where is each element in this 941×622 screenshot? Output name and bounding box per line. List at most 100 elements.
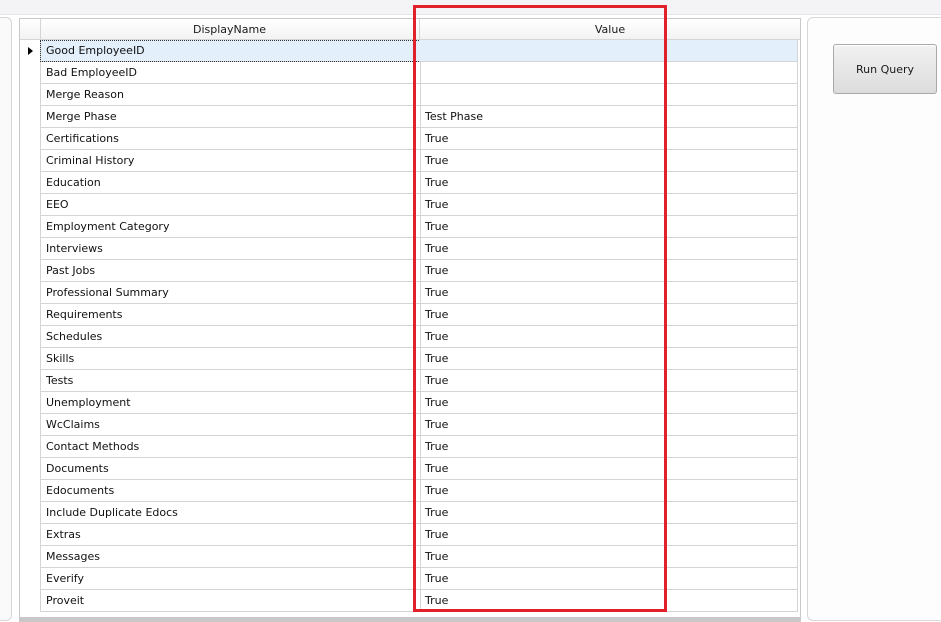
cell-displayname[interactable]: Contact Methods [40,436,421,458]
column-header-value[interactable]: Value [420,19,800,39]
cell-value[interactable]: True [420,128,798,150]
table-row[interactable]: Proveit True [20,590,800,612]
cell-value[interactable]: True [420,590,798,612]
row-header[interactable] [20,590,40,612]
table-row[interactable]: Certifications True [20,128,800,150]
cell-value[interactable]: True [420,502,798,524]
table-row[interactable]: Requirements True [20,304,800,326]
cell-displayname[interactable]: Skills [40,348,421,370]
cell-value[interactable]: True [420,216,798,238]
table-row[interactable]: EEO True [20,194,800,216]
row-header[interactable] [20,194,40,216]
cell-value[interactable]: Test Phase [420,106,798,128]
row-header[interactable] [20,128,40,150]
cell-displayname[interactable]: Unemployment [40,392,421,414]
table-row[interactable]: Professional Summary True [20,282,800,304]
table-row[interactable]: Past Jobs True [20,260,800,282]
row-header[interactable] [20,62,40,84]
row-header[interactable] [20,568,40,590]
row-header[interactable] [20,106,40,128]
row-header[interactable] [20,260,40,282]
table-row[interactable]: Employment Category True [20,216,800,238]
cell-displayname[interactable]: Requirements [40,304,421,326]
table-row[interactable]: Everify True [20,568,800,590]
cell-value[interactable]: True [420,260,798,282]
row-header[interactable] [20,414,40,436]
row-header[interactable] [20,150,40,172]
cell-value[interactable]: True [420,194,798,216]
cell-displayname[interactable]: Education [40,172,421,194]
cell-displayname[interactable]: Merge Reason [40,84,421,106]
cell-displayname[interactable]: Tests [40,370,421,392]
row-header[interactable] [20,326,40,348]
table-row[interactable]: WcClaims True [20,414,800,436]
row-header[interactable] [20,238,40,260]
column-header-displayname[interactable]: DisplayName [40,19,420,39]
cell-displayname[interactable]: Interviews [40,238,421,260]
cell-value[interactable] [420,62,798,84]
cell-displayname[interactable]: Extras [40,524,421,546]
run-query-button[interactable]: Run Query [833,44,937,94]
row-header[interactable] [20,370,40,392]
row-header[interactable] [20,546,40,568]
cell-displayname[interactable]: Criminal History [40,150,421,172]
table-row[interactable]: Messages True [20,546,800,568]
table-row[interactable]: Merge Reason [20,84,800,106]
row-header[interactable] [20,304,40,326]
cell-value[interactable]: True [420,436,798,458]
cell-displayname[interactable]: Good EmployeeID [40,40,421,62]
table-row[interactable]: Include Duplicate Edocs True [20,502,800,524]
cell-displayname[interactable]: WcClaims [40,414,421,436]
cell-value[interactable]: True [420,304,798,326]
table-row[interactable]: Education True [20,172,800,194]
row-header[interactable] [20,502,40,524]
table-row[interactable]: Edocuments True [20,480,800,502]
cell-value[interactable]: True [420,282,798,304]
cell-displayname[interactable]: Proveit [40,590,421,612]
cell-value[interactable] [420,84,798,106]
cell-displayname[interactable]: Professional Summary [40,282,421,304]
table-row[interactable]: Interviews True [20,238,800,260]
cell-value[interactable]: True [420,370,798,392]
cell-value[interactable]: True [420,458,798,480]
cell-value[interactable]: True [420,524,798,546]
table-row[interactable]: Documents True [20,458,800,480]
cell-value[interactable]: True [420,326,798,348]
table-row[interactable]: Extras True [20,524,800,546]
cell-displayname[interactable]: Everify [40,568,421,590]
table-row[interactable]: Bad EmployeeID [20,62,800,84]
table-row[interactable]: Unemployment True [20,392,800,414]
row-header[interactable] [20,282,40,304]
cell-value[interactable]: True [420,546,798,568]
cell-displayname[interactable]: Certifications [40,128,421,150]
table-row[interactable]: Merge Phase Test Phase [20,106,800,128]
cell-displayname[interactable]: EEO [40,194,421,216]
table-row[interactable]: Tests True [20,370,800,392]
row-header[interactable] [20,480,40,502]
table-row[interactable]: Schedules True [20,326,800,348]
cell-displayname[interactable]: Bad EmployeeID [40,62,421,84]
cell-displayname[interactable]: Employment Category [40,216,421,238]
cell-value[interactable] [420,40,798,62]
cell-displayname[interactable]: Past Jobs [40,260,421,282]
cell-value[interactable]: True [420,172,798,194]
row-header[interactable] [20,458,40,480]
row-header[interactable] [20,524,40,546]
table-row[interactable]: Criminal History True [20,150,800,172]
cell-value[interactable]: True [420,568,798,590]
table-row[interactable]: Good EmployeeID [20,40,800,62]
table-row[interactable]: Skills True [20,348,800,370]
cell-value[interactable]: True [420,150,798,172]
cell-value[interactable]: True [420,414,798,436]
row-header[interactable] [20,40,40,62]
cell-value[interactable]: True [420,238,798,260]
property-grid[interactable]: DisplayName Value Good EmployeeID Bad Emp… [19,18,801,622]
row-header[interactable] [20,84,40,106]
cell-displayname[interactable]: Include Duplicate Edocs [40,502,421,524]
row-header[interactable] [20,436,40,458]
row-header[interactable] [20,216,40,238]
cell-displayname[interactable]: Schedules [40,326,421,348]
cell-value[interactable]: True [420,348,798,370]
cell-value[interactable]: True [420,392,798,414]
table-row[interactable]: Contact Methods True [20,436,800,458]
